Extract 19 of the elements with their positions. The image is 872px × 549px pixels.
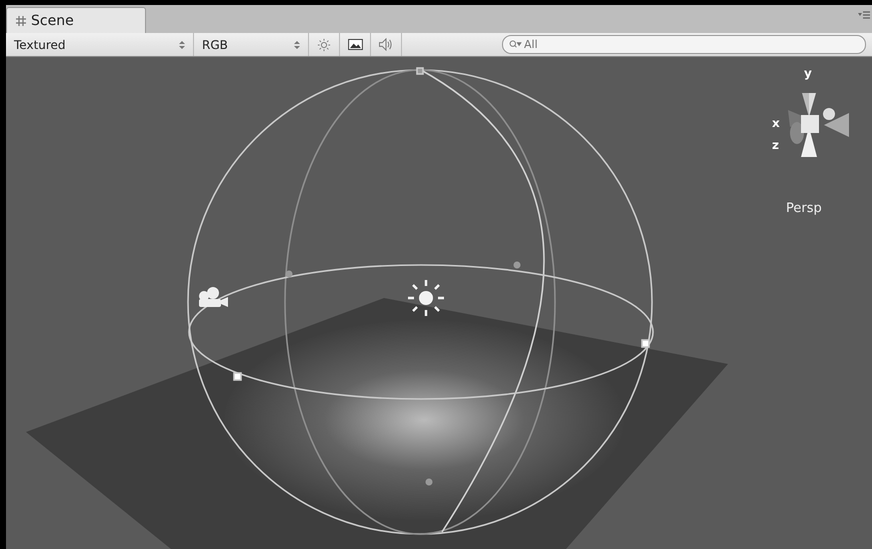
menu-icon[interactable] [858,11,870,19]
stepper-icon [179,40,185,50]
draw-mode-dropdown[interactable]: Textured [6,33,194,56]
search-icon[interactable] [509,40,522,49]
search-bar[interactable]: All [502,35,866,54]
sun-icon [406,278,446,318]
y-axis-label: y [804,67,812,79]
grid-icon [15,14,27,26]
z-axis-label: z [772,139,779,151]
render-mode-dropdown[interactable]: RGB [194,33,309,56]
speaker-icon [378,38,394,51]
image-icon [348,39,362,50]
camera-icon [199,287,228,307]
sun-icon [317,38,331,52]
stepper-icon [294,40,300,50]
scene-tab[interactable]: Scene [6,7,146,33]
x-axis-label: x [772,117,780,129]
projection-label[interactable]: Persp [786,201,822,216]
search-field[interactable]: All [524,37,724,52]
